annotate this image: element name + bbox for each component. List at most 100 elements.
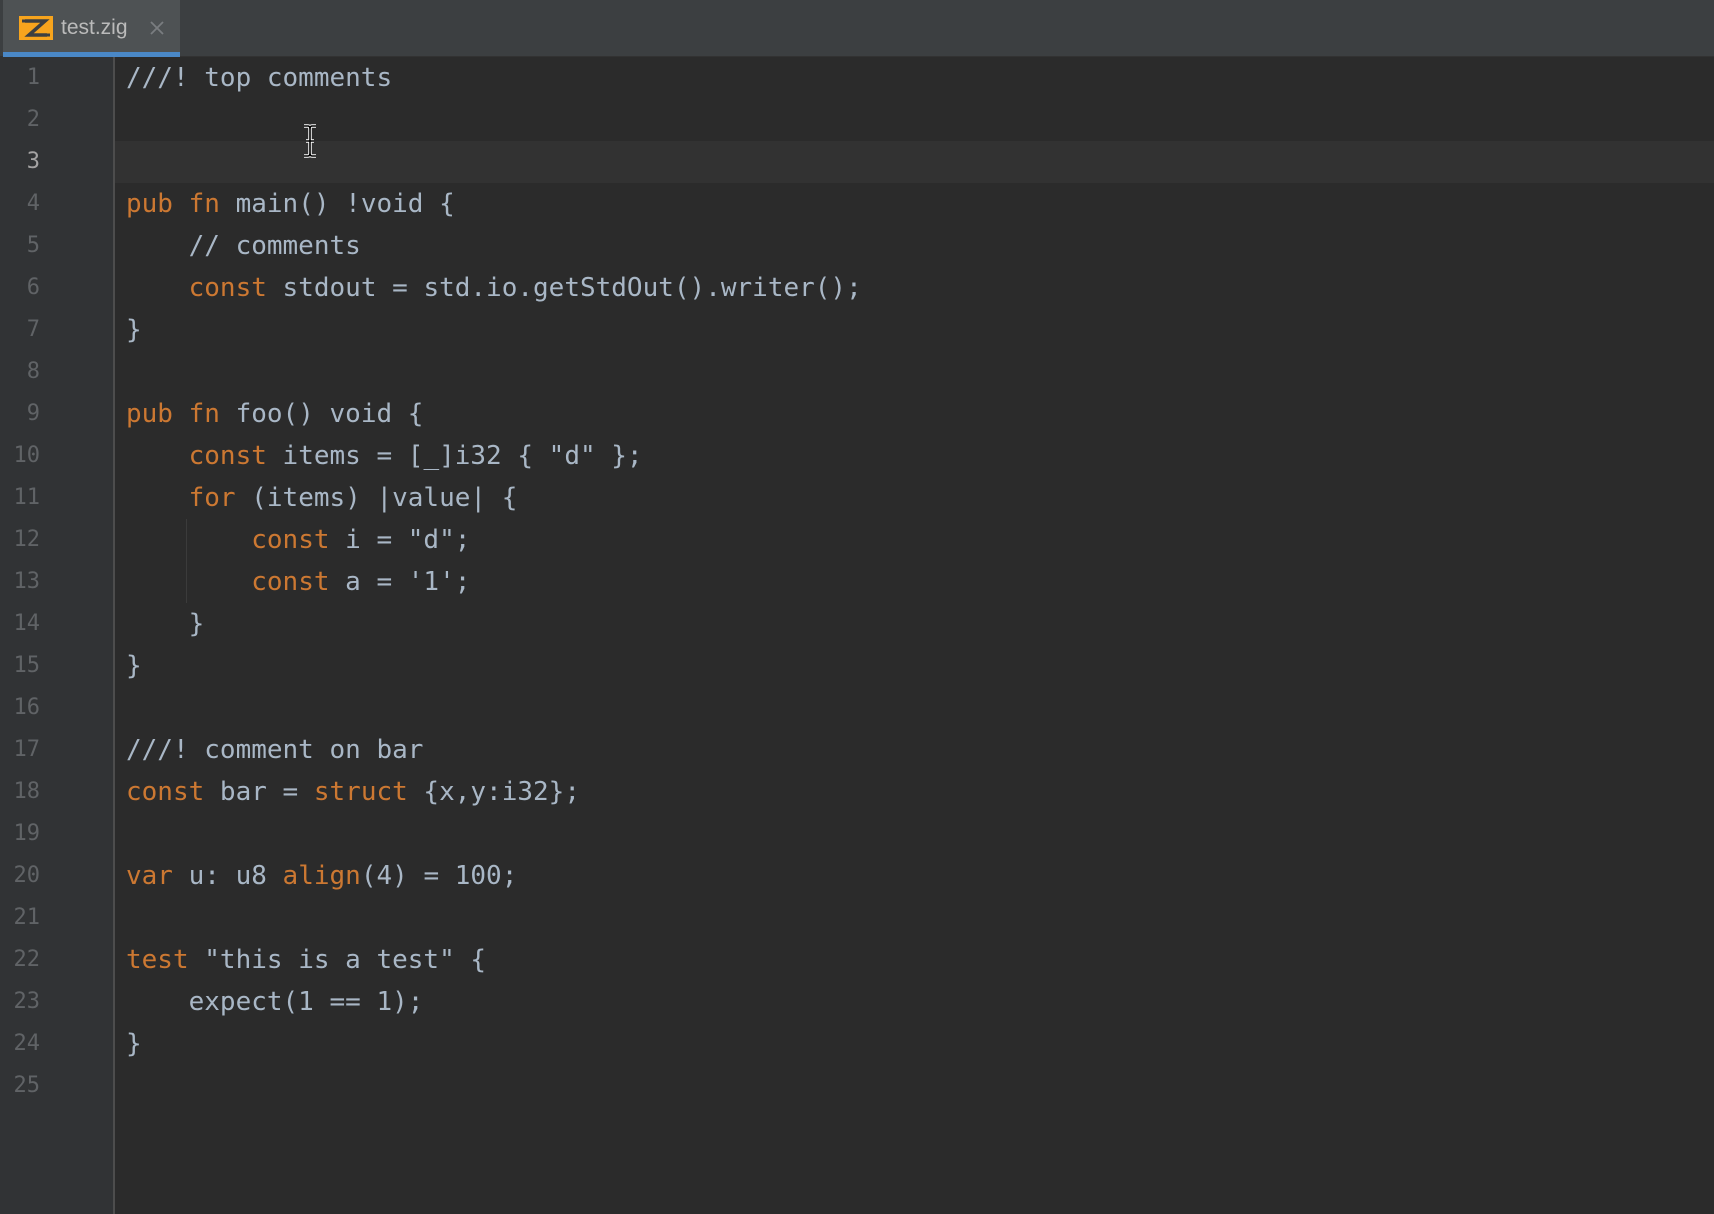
line-number[interactable]: 12 — [0, 519, 60, 561]
code-token: (items) |value| { — [235, 483, 518, 513]
editor-window: test.zig 1 2 3 4 5 6 7 8 9 10 11 12 13 14 15 16 17 18 19 20… — [0, 0, 1714, 1214]
code-line[interactable]: ​ — [126, 99, 862, 141]
code-token: foo() void { — [219, 399, 424, 429]
line-number[interactable]: 15 — [0, 645, 60, 687]
code-editor[interactable]: ///! top comments​​pub fn main() !void {… — [115, 57, 1714, 1214]
code-line[interactable]: pub fn main() !void { — [126, 183, 862, 225]
code-line[interactable]: ​ — [126, 351, 862, 393]
keyword-token: align — [282, 861, 361, 891]
line-number[interactable]: 2 — [0, 99, 60, 141]
code-token: {x,y:i32}; — [407, 777, 580, 807]
comment-token: ///! comment on bar — [126, 735, 424, 765]
line-number[interactable]: 4 — [0, 183, 60, 225]
code-line[interactable]: test "this is a test" { — [126, 939, 862, 981]
code-line[interactable]: // comments — [126, 225, 862, 267]
line-number[interactable]: 19 — [0, 813, 60, 855]
keyword-token: const — [251, 567, 330, 597]
line-number[interactable]: 24 — [0, 1023, 60, 1065]
code-line[interactable]: ///! comment on bar — [126, 729, 862, 771]
keyword-token: fn — [188, 399, 220, 429]
code-token: } — [126, 651, 142, 681]
line-number[interactable]: 13 — [0, 561, 60, 603]
line-number[interactable]: 21 — [0, 897, 60, 939]
line-number[interactable]: 1 — [0, 57, 60, 99]
code-line[interactable]: const bar = struct {x,y:i32}; — [126, 771, 862, 813]
line-number[interactable]: 18 — [0, 771, 60, 813]
keyword-token: test — [126, 945, 189, 975]
code-token: } — [126, 609, 205, 639]
keyword-token: const — [126, 777, 205, 807]
code-token: bar = — [204, 777, 314, 807]
code-token: a = '1'; — [329, 567, 471, 597]
comment-token: // comments — [126, 231, 361, 261]
line-numbers: 1 2 3 4 5 6 7 8 9 10 11 12 13 14 15 16 17 18 19 20 21 22 23 24 2… — [0, 57, 60, 1107]
code-token: u: u8 — [172, 861, 283, 891]
keyword-token: struct — [313, 777, 408, 807]
code-line[interactable]: const stdout = std.io.getStdOut().writer… — [126, 267, 862, 309]
line-number[interactable]: 23 — [0, 981, 60, 1023]
code-token: stdout = std.io.getStdOut().writer(); — [266, 273, 862, 303]
code-area[interactable]: ///! top comments​​pub fn main() !void {… — [126, 57, 862, 1107]
code-token: expect(1 == 1); — [126, 987, 424, 1017]
line-number[interactable]: 11 — [0, 477, 60, 519]
code-line[interactable]: var u: u8 align(4) = 100; — [126, 855, 862, 897]
code-line[interactable]: ​ — [126, 687, 862, 729]
keyword-token: for — [188, 483, 236, 513]
text-cursor-icon — [304, 124, 316, 158]
code-token: items = [_]i32 { "d" }; — [266, 441, 643, 471]
line-number[interactable]: 14 — [0, 603, 60, 645]
code-line[interactable]: expect(1 == 1); — [126, 981, 862, 1023]
comment-token: ///! top comments — [126, 63, 393, 93]
tab-bar: test.zig — [0, 0, 1714, 57]
keyword-token: const — [251, 525, 330, 555]
line-number[interactable]: 22 — [0, 939, 60, 981]
code-line[interactable]: for (items) |value| { — [126, 477, 862, 519]
code-line[interactable]: } — [126, 309, 862, 351]
line-number[interactable]: 16 — [0, 687, 60, 729]
code-line[interactable]: ​ — [126, 897, 862, 939]
code-token: i = "d"; — [329, 525, 471, 555]
code-line[interactable]: } — [126, 645, 862, 687]
code-line[interactable]: } — [126, 603, 862, 645]
line-number[interactable]: 6 — [0, 267, 60, 309]
line-number[interactable]: 5 — [0, 225, 60, 267]
zig-file-icon — [19, 16, 53, 40]
keyword-token: fn — [188, 189, 220, 219]
line-number[interactable]: 9 — [0, 393, 60, 435]
code-line[interactable]: ​ — [126, 1065, 862, 1107]
keyword-token: var — [126, 861, 173, 891]
code-token: } — [126, 1029, 142, 1059]
line-number[interactable]: 20 — [0, 855, 60, 897]
code-line[interactable]: } — [126, 1023, 862, 1065]
line-number[interactable]: 3 — [0, 141, 60, 183]
tab-test-zig[interactable]: test.zig — [3, 0, 180, 57]
code-line[interactable]: pub fn foo() void { — [126, 393, 862, 435]
keyword-token: const — [188, 273, 267, 303]
code-line[interactable]: const i = "d"; — [126, 519, 862, 561]
code-line[interactable]: ​ — [126, 141, 862, 183]
keyword-token: pub — [126, 399, 173, 429]
code-line[interactable]: ​ — [126, 813, 862, 855]
code-token: "this is a test" { — [188, 945, 487, 975]
keyword-token: const — [188, 441, 267, 471]
tab-title: test.zig — [61, 16, 128, 39]
close-icon[interactable] — [148, 19, 166, 37]
code-line[interactable]: ///! top comments — [126, 57, 862, 99]
line-number[interactable]: 17 — [0, 729, 60, 771]
code-line[interactable]: const items = [_]i32 { "d" }; — [126, 435, 862, 477]
line-number[interactable]: 8 — [0, 351, 60, 393]
keyword-token: pub — [126, 189, 173, 219]
code-line[interactable]: const a = '1'; — [126, 561, 862, 603]
code-token: main() !void { — [219, 189, 455, 219]
code-token: } — [126, 315, 142, 345]
line-number[interactable]: 25 — [0, 1065, 60, 1107]
code-token: (4) = 100; — [360, 861, 518, 891]
line-number[interactable]: 10 — [0, 435, 60, 477]
line-number[interactable]: 7 — [0, 309, 60, 351]
